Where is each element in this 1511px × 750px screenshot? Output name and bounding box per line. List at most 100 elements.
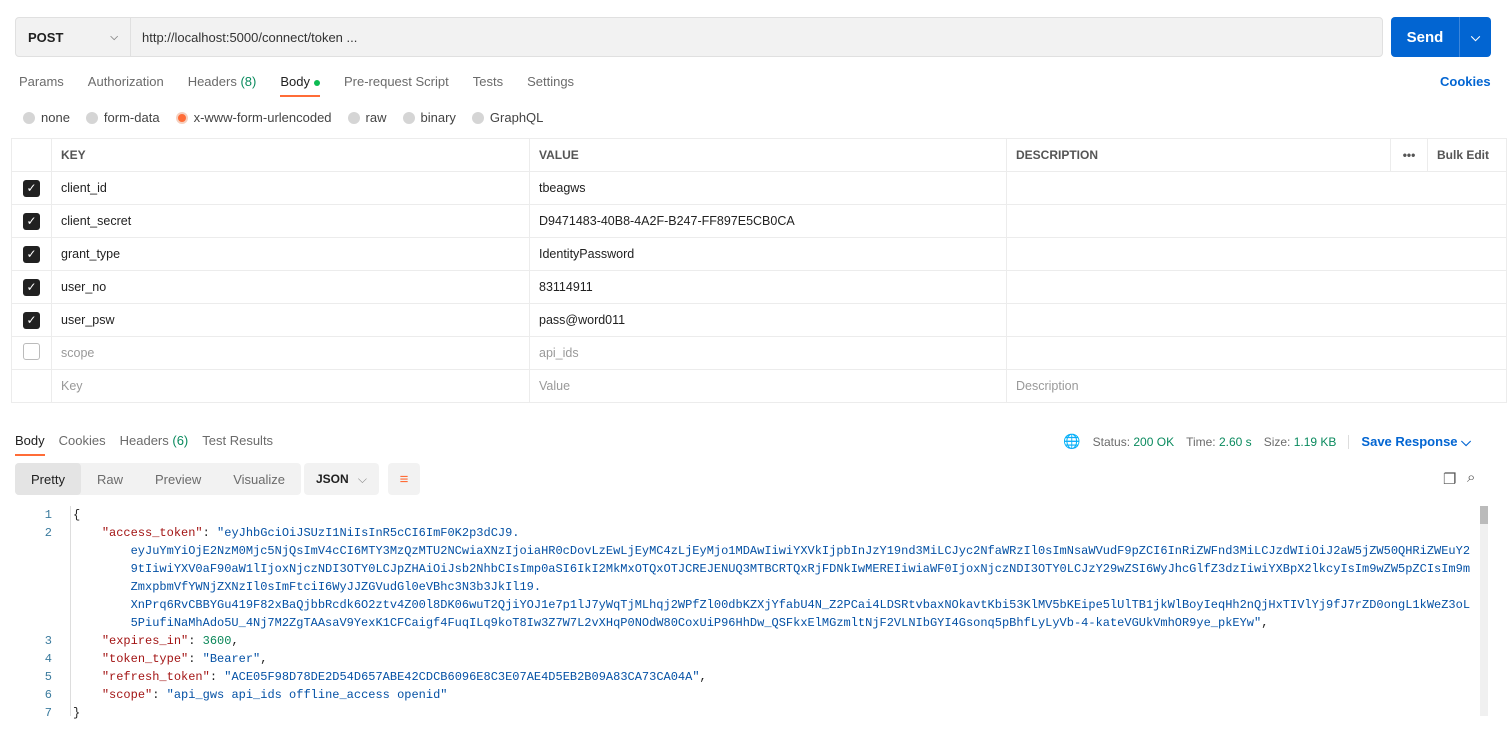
- size-label: Size:: [1263, 434, 1291, 449]
- radio-label: none: [41, 110, 70, 125]
- tab-label: Headers: [119, 433, 173, 448]
- cookies-link[interactable]: Cookies: [1440, 74, 1491, 89]
- save-response-button[interactable]: Save Response ⌵: [1361, 434, 1471, 450]
- method-select[interactable]: POST ⌵: [16, 18, 131, 56]
- tab-tests[interactable]: Tests: [473, 74, 503, 97]
- row-value[interactable]: D9471483-40B8-4A2F-B247-FF897E5CB0CA: [529, 204, 1007, 238]
- row-value[interactable]: IdentityPassword: [529, 237, 1007, 271]
- tab-headers[interactable]: Headers (8): [188, 74, 257, 97]
- search-icon[interactable]: ⌕: [1467, 469, 1475, 486]
- tab-test-results[interactable]: Test Results: [202, 433, 273, 456]
- code-line: }: [73, 704, 80, 722]
- tab-settings[interactable]: Settings: [527, 74, 574, 97]
- row-checkbox[interactable]: ✓: [11, 303, 52, 337]
- radio-none[interactable]: none: [23, 110, 70, 125]
- globe-icon[interactable]: 🌐: [1063, 433, 1080, 450]
- radio-x-www-form-urlencoded[interactable]: x-www-form-urlencoded: [175, 110, 332, 125]
- radio-raw[interactable]: raw: [347, 110, 387, 125]
- radio-label: x-www-form-urlencoded: [193, 110, 332, 125]
- tab-authorization[interactable]: Authorization: [88, 74, 164, 97]
- row-value[interactable]: tbeagws: [529, 171, 1007, 205]
- request-tabs: Params Authorization Headers (8) Body Pr…: [19, 74, 574, 97]
- line-number: 4: [44, 652, 52, 666]
- radio-label: GraphQL: [489, 110, 544, 125]
- tab-label: Headers: [187, 74, 241, 89]
- line-number: 5: [44, 670, 52, 684]
- row-key[interactable]: client_secret: [51, 204, 530, 238]
- row-key[interactable]: scope: [51, 336, 530, 370]
- view-pretty[interactable]: Pretty: [15, 463, 81, 495]
- json-brace: }: [73, 706, 81, 720]
- status-value: 200 OK: [1133, 434, 1175, 449]
- radio-form-data[interactable]: form-data: [85, 110, 160, 125]
- vertical-scrollbar[interactable]: [1480, 506, 1488, 716]
- row-description[interactable]: [1006, 237, 1507, 271]
- radio-icon: [85, 111, 98, 124]
- checkbox-checked-icon: ✓: [23, 179, 40, 197]
- radio-label: form-data: [103, 110, 160, 125]
- tab-response-cookies[interactable]: Cookies: [59, 433, 106, 456]
- url-input[interactable]: http://localhost:5000/connect/token ...: [131, 30, 357, 45]
- more-options-button[interactable]: •••: [1390, 138, 1428, 172]
- tab-pre-request-script[interactable]: Pre-request Script: [344, 74, 449, 97]
- view-raw[interactable]: Raw: [81, 463, 139, 495]
- row-description[interactable]: [1006, 204, 1507, 238]
- row-description[interactable]: [1006, 171, 1507, 205]
- row-checkbox[interactable]: ✓: [11, 204, 52, 238]
- row-value[interactable]: pass@word011: [529, 303, 1007, 337]
- format-select[interactable]: JSON ⌵: [304, 463, 379, 495]
- table-row: ✓ grant_type IdentityPassword: [11, 237, 1507, 271]
- wrap-lines-icon[interactable]: ≡: [388, 463, 420, 495]
- checkbox-unchecked-icon: [23, 343, 40, 360]
- row-key[interactable]: user_no: [51, 270, 530, 304]
- line-number: 7: [44, 706, 52, 720]
- send-button[interactable]: Send ⌵: [1391, 17, 1491, 57]
- row-checkbox[interactable]: ✓: [11, 270, 52, 304]
- chevron-down-icon[interactable]: ⌵: [1459, 17, 1491, 57]
- url-bar: POST ⌵ http://localhost:5000/connect/toke…: [15, 17, 1383, 57]
- radio-icon: [402, 111, 415, 124]
- row-key[interactable]: client_id: [51, 171, 530, 205]
- row-description[interactable]: [1006, 270, 1507, 304]
- format-label: JSON: [316, 472, 349, 486]
- row-checkbox[interactable]: [11, 336, 52, 370]
- row-key[interactable]: user_psw: [51, 303, 530, 337]
- tab-response-body[interactable]: Body: [15, 433, 45, 456]
- code-line: ZmxpbmVfYWNjZXNzIl0sImFtciI6WyJJZGVudGl0…: [73, 578, 541, 596]
- view-preview[interactable]: Preview: [139, 463, 217, 495]
- new-key-input[interactable]: Key: [51, 369, 530, 403]
- radio-binary[interactable]: binary: [402, 110, 456, 125]
- row-description[interactable]: [1006, 303, 1507, 337]
- json-key: "access_token": [101, 526, 203, 540]
- radio-selected-icon: [175, 111, 188, 124]
- new-value-input[interactable]: Value: [529, 369, 1007, 403]
- code-line: "expires_in": 3600,: [101, 634, 239, 648]
- bulk-edit-button[interactable]: Bulk Edit: [1427, 138, 1507, 172]
- params-table: KEY VALUE DESCRIPTION ••• Bulk Edit ✓ cl…: [11, 138, 1507, 403]
- table-header: KEY VALUE DESCRIPTION ••• Bulk Edit: [11, 138, 1507, 172]
- tab-response-headers[interactable]: Headers (6): [120, 433, 189, 456]
- view-visualize[interactable]: Visualize: [217, 463, 301, 495]
- json-key: "expires_in": [101, 634, 189, 648]
- row-checkbox[interactable]: ✓: [11, 237, 52, 271]
- copy-icon[interactable]: ❐: [1443, 470, 1456, 488]
- json-string: 5PiufiNaMhAdo5U_4Nj7M2ZgTAAsaV9YexK1CFCa…: [130, 616, 1262, 630]
- row-value[interactable]: 83114911: [529, 270, 1007, 304]
- row-value[interactable]: api_ids: [529, 336, 1007, 370]
- radio-icon: [347, 111, 360, 124]
- checkbox-checked-icon: ✓: [23, 278, 40, 296]
- table-row: ✓ user_psw pass@word011: [11, 303, 1507, 337]
- table-row: ✓ client_id tbeagws: [11, 171, 1507, 205]
- row-key[interactable]: grant_type: [51, 237, 530, 271]
- new-description-input[interactable]: Description: [1006, 369, 1507, 403]
- row-description[interactable]: [1006, 336, 1507, 370]
- tab-params[interactable]: Params: [19, 74, 64, 97]
- row-checkbox[interactable]: ✓: [11, 171, 52, 205]
- response-tabs: Body Cookies Headers (6) Test Results: [15, 433, 273, 456]
- status: Status: 200 OK: [1093, 435, 1174, 449]
- scrollbar-thumb[interactable]: [1480, 506, 1488, 524]
- radio-label: binary: [420, 110, 456, 125]
- view-mode-bar: Pretty Raw Preview Visualize: [15, 463, 302, 495]
- radio-graphql[interactable]: GraphQL: [471, 110, 544, 125]
- tab-body[interactable]: Body: [280, 74, 320, 97]
